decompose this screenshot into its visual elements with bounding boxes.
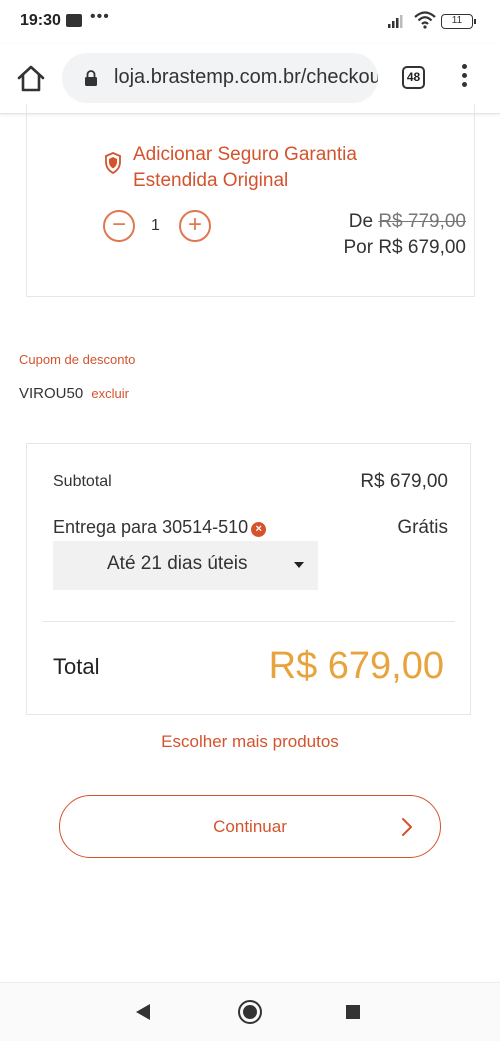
price-from-value: R$ 779,00 (378, 211, 466, 232)
delivery-value: Grátis (397, 517, 448, 538)
subtotal-label: Subtotal (53, 473, 112, 490)
shield-icon (105, 152, 121, 174)
warranty-card: Adicionar Seguro Garantia Estendida Orig… (26, 104, 475, 297)
coupon-remove-link[interactable]: excluir (91, 386, 129, 401)
back-icon[interactable] (136, 1004, 150, 1020)
home-icon[interactable] (14, 62, 48, 96)
quantity-value: 1 (151, 217, 160, 234)
more-notifications-icon: ••• (90, 8, 110, 25)
system-nav-bar (0, 982, 500, 1041)
status-bar: 19:30 ••• 11 (0, 0, 500, 44)
warranty-title[interactable]: Adicionar Seguro Garantia Estendida Orig… (133, 142, 433, 194)
battery-icon: 11 (441, 14, 476, 29)
quantity-plus-button[interactable]: + (179, 210, 211, 242)
summary-divider (43, 621, 455, 622)
coupon-row: VIROU50 excluir (19, 385, 129, 402)
subtotal-value: R$ 679,00 (360, 471, 448, 492)
address-bar[interactable]: loja.brastemp.com.br/checkout (62, 53, 378, 103)
home-circle-icon[interactable] (238, 1000, 262, 1024)
lock-icon (85, 70, 97, 86)
delivery-label-row: Entrega para 30514-510 × (53, 517, 267, 538)
overflow-menu-icon[interactable] (456, 64, 472, 92)
continue-button[interactable]: Continuar (59, 795, 441, 858)
price-from-prefix: De (348, 211, 374, 232)
url-text: loja.brastemp.com.br/checkout (114, 66, 378, 88)
caret-down-icon (294, 562, 304, 568)
total-value: R$ 679,00 (268, 645, 444, 687)
continue-button-label: Continuar (213, 817, 287, 836)
coupon-code: VIROU50 (19, 385, 84, 402)
remove-zip-icon[interactable]: × (251, 522, 267, 537)
price-from: De R$ 779,00 (349, 211, 466, 233)
delivery-label: Entrega para 30514-510 (53, 517, 249, 537)
message-icon (66, 14, 82, 27)
recent-apps-icon[interactable] (346, 1005, 360, 1019)
price-to: Por R$ 679,00 (343, 237, 466, 258)
order-summary: Subtotal R$ 679,00 Entrega para 30514-51… (26, 443, 471, 715)
delivery-option-text: Até 21 dias úteis (107, 553, 248, 574)
wifi-icon (414, 11, 436, 29)
chevron-right-icon (402, 818, 412, 836)
quantity-minus-button[interactable]: − (103, 210, 135, 242)
coupon-label: Cupom de desconto (19, 352, 136, 367)
signal-icon (388, 15, 403, 28)
total-label: Total (53, 654, 100, 679)
tab-switcher-button[interactable]: 48 (402, 66, 425, 89)
choose-more-products-link[interactable]: Escolher mais produtos (0, 732, 500, 752)
status-time: 19:30 (20, 12, 61, 29)
delivery-option-select[interactable]: Até 21 dias úteis (53, 541, 318, 590)
